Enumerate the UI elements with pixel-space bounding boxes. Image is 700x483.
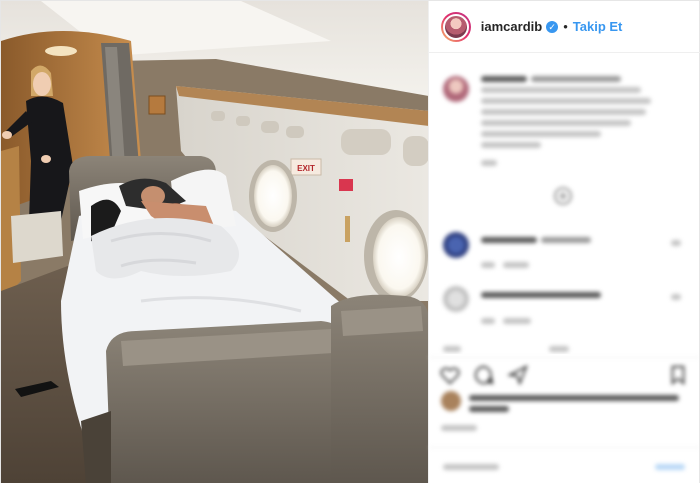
exit-sign: EXIT — [297, 164, 315, 173]
load-more-comments[interactable] — [553, 186, 573, 206]
share-icon[interactable] — [506, 364, 529, 386]
follow-button[interactable]: Takip Et — [573, 19, 623, 34]
comment-avatar — [442, 232, 469, 258]
post-timestamp — [429, 419, 700, 439]
small-heart-icon[interactable] — [670, 240, 681, 246]
caption-avatar — [442, 76, 469, 102]
author-username[interactable]: iamcardib — [481, 19, 542, 34]
post-header: iamcardib ✓ • Takip Et — [428, 1, 700, 53]
comment-icon[interactable] — [473, 364, 495, 386]
liker-avatar — [440, 391, 461, 411]
likes-summary[interactable] — [429, 387, 700, 417]
add-comment-bar[interactable] — [428, 447, 700, 483]
author-avatar[interactable] — [440, 11, 471, 42]
header-separator: • — [563, 19, 568, 34]
action-bar — [428, 357, 700, 387]
verified-badge-icon: ✓ — [546, 20, 559, 33]
comment-avatar — [442, 286, 469, 312]
heart-icon[interactable] — [439, 364, 461, 386]
small-heart-icon[interactable] — [670, 294, 681, 300]
post-side-panel: iamcardib ✓ • Takip Et — [427, 1, 700, 483]
post-photo[interactable]: EXIT — [1, 1, 428, 483]
comment-input[interactable] — [442, 464, 499, 470]
bookmark-icon[interactable] — [667, 364, 689, 386]
instagram-post-modal: EXIT iamcardib ✓ • Takip Et — [0, 0, 700, 483]
comments-list[interactable] — [429, 54, 700, 354]
post-comment-button[interactable] — [654, 464, 685, 470]
plus-circle-icon — [553, 187, 572, 205]
jet-cabin-photo: EXIT — [1, 1, 428, 483]
avatar-image — [442, 13, 469, 40]
